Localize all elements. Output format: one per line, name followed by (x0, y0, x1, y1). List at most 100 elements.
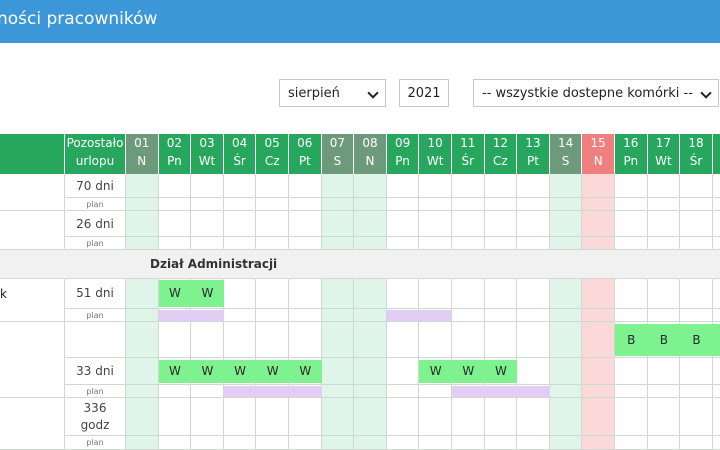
day-cell[interactable] (582, 174, 615, 198)
day-cell[interactable] (484, 398, 518, 436)
day-cell[interactable] (452, 436, 485, 450)
day-cell[interactable] (680, 278, 713, 309)
day-cell[interactable] (126, 198, 159, 211)
day-cell[interactable] (191, 385, 224, 398)
day-cell[interactable] (680, 237, 713, 250)
day-cell[interactable] (484, 174, 518, 198)
day-cell[interactable] (452, 398, 485, 436)
day-cell[interactable] (354, 385, 387, 398)
absence-mark-19[interactable] (712, 324, 720, 356)
day-cell[interactable] (126, 398, 159, 436)
day-cell[interactable] (223, 174, 257, 198)
day-cell[interactable] (289, 211, 322, 237)
absence-mark-02[interactable]: W (158, 360, 192, 383)
unit-select[interactable]: -- wszystkie dostepne komórki -- (473, 79, 719, 107)
day-cell[interactable] (549, 237, 583, 250)
day-cell[interactable] (419, 398, 452, 436)
day-cell[interactable] (647, 174, 681, 198)
day-cell[interactable] (126, 358, 159, 385)
day-cell[interactable] (126, 309, 159, 322)
day-cell[interactable] (321, 385, 355, 398)
day-cell[interactable] (712, 385, 720, 398)
day-cell[interactable] (517, 398, 550, 436)
day-cell[interactable] (158, 237, 192, 250)
year-input[interactable]: 2021 (399, 79, 449, 107)
day-cell[interactable] (158, 385, 192, 398)
day-cell[interactable] (158, 398, 192, 436)
absence-mark-18[interactable]: B (680, 324, 713, 356)
day-cell[interactable] (191, 237, 224, 250)
day-cell[interactable] (484, 237, 518, 250)
day-cell[interactable] (680, 385, 713, 398)
day-cell[interactable] (452, 237, 485, 250)
day-cell[interactable] (321, 278, 355, 309)
day-cell[interactable] (712, 398, 720, 436)
day-cell[interactable] (582, 385, 615, 398)
absence-mark-03[interactable]: W (191, 280, 224, 307)
day-cell[interactable] (126, 385, 159, 398)
day-cell[interactable] (126, 278, 159, 309)
day-cell[interactable] (419, 198, 452, 211)
day-cell[interactable] (647, 198, 681, 211)
absence-mark-12[interactable]: W (484, 360, 518, 383)
day-cell[interactable] (582, 322, 615, 358)
day-cell[interactable] (386, 278, 420, 309)
day-cell[interactable] (354, 358, 387, 385)
day-cell[interactable] (386, 385, 420, 398)
day-cell[interactable] (256, 198, 289, 211)
day-cell[interactable] (321, 436, 355, 450)
day-cell[interactable] (158, 174, 192, 198)
day-cell[interactable] (419, 211, 452, 237)
day-cell[interactable] (256, 436, 289, 450)
day-cell[interactable] (321, 322, 355, 358)
day-cell[interactable] (484, 278, 518, 309)
day-cell[interactable] (712, 237, 720, 250)
day-cell[interactable] (289, 278, 322, 309)
day-cell[interactable] (615, 436, 648, 450)
day-cell[interactable] (223, 322, 257, 358)
day-cell[interactable] (712, 198, 720, 211)
day-cell[interactable] (452, 174, 485, 198)
day-cell[interactable] (354, 174, 387, 198)
day-cell[interactable] (615, 174, 648, 198)
day-cell[interactable] (126, 237, 159, 250)
day-cell[interactable] (354, 322, 387, 358)
day-cell[interactable] (191, 198, 224, 211)
day-cell[interactable] (582, 358, 615, 385)
day-cell[interactable] (191, 211, 224, 237)
day-cell[interactable] (256, 211, 289, 237)
day-cell[interactable] (386, 322, 420, 358)
day-cell[interactable] (321, 358, 355, 385)
day-cell[interactable] (256, 322, 289, 358)
day-cell[interactable] (549, 174, 583, 198)
day-cell[interactable] (256, 174, 289, 198)
day-cell[interactable] (484, 211, 518, 237)
day-cell[interactable] (191, 436, 224, 450)
day-cell[interactable] (321, 198, 355, 211)
day-cell[interactable] (712, 358, 720, 385)
day-cell[interactable] (582, 211, 615, 237)
day-cell[interactable] (647, 385, 681, 398)
day-cell[interactable] (615, 385, 648, 398)
day-cell[interactable] (321, 398, 355, 436)
day-cell[interactable] (549, 211, 583, 237)
day-cell[interactable] (386, 398, 420, 436)
day-cell[interactable] (223, 309, 257, 322)
day-cell[interactable] (647, 398, 681, 436)
month-select[interactable]: sierpień (279, 79, 386, 107)
day-cell[interactable] (582, 237, 615, 250)
day-cell[interactable] (680, 211, 713, 237)
day-cell[interactable] (712, 174, 720, 198)
day-cell[interactable] (615, 309, 648, 322)
day-cell[interactable] (517, 358, 550, 385)
day-cell[interactable] (321, 211, 355, 237)
day-cell[interactable] (615, 358, 648, 385)
day-cell[interactable] (289, 322, 322, 358)
day-cell[interactable] (386, 198, 420, 211)
day-cell[interactable] (680, 398, 713, 436)
day-cell[interactable] (549, 358, 583, 385)
day-cell[interactable] (386, 358, 420, 385)
day-cell[interactable] (647, 211, 681, 237)
day-cell[interactable] (126, 436, 159, 450)
day-cell[interactable] (680, 174, 713, 198)
